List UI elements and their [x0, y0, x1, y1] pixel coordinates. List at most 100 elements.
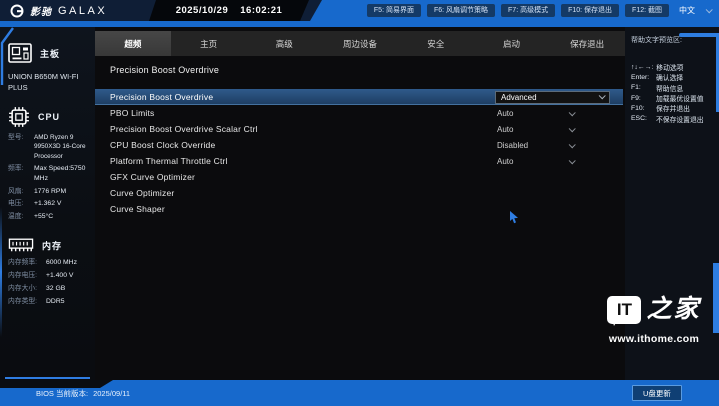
- cpu-spec-row: 风扇: 1776 RPM: [8, 187, 91, 197]
- cpu-spec-row: 电压: +1.362 V: [8, 199, 91, 209]
- setting-row-boost-clock-override[interactable]: CPU Boost Clock Override Disabled: [95, 137, 623, 153]
- bios-version-value: 2025/09/11: [93, 389, 130, 398]
- chevron-down-icon: [599, 92, 606, 99]
- sidebar-bottom-accent: [5, 377, 90, 380]
- hint-value: 加载最优设置值: [656, 93, 704, 103]
- hint-key: Enter:: [631, 74, 653, 81]
- spec-value: +55°C: [34, 212, 53, 222]
- ithome-logo-icon: IT: [607, 296, 641, 324]
- tab-advanced[interactable]: 高级: [246, 31, 322, 56]
- brand-chinese: 影驰: [30, 3, 52, 18]
- ithome-watermark: IT 之家 www.ithome.com: [588, 296, 719, 345]
- memory-section-header: 内存: [8, 237, 91, 253]
- tab-save-exit[interactable]: 保存退出: [549, 31, 625, 56]
- hint-value: 帮助信息: [656, 83, 683, 93]
- memory-spec-row: 内存频率: 6000 MHz: [8, 258, 91, 268]
- help-hint-row: F10: 保存并退出: [631, 103, 717, 113]
- brand-english: GALAX: [58, 5, 107, 17]
- help-hint-list: ↑↓←→: 移动选项 Enter: 确认选择 F1: 帮助信息 F9: 加载最优…: [631, 62, 717, 124]
- app-logo: 影驰 GALAX: [10, 3, 107, 18]
- setting-row-curve-optimizer[interactable]: Curve Optimizer: [95, 185, 623, 201]
- spec-key: 型号:: [8, 133, 34, 161]
- tab-boot[interactable]: 启动: [474, 31, 550, 56]
- datetime-badge: 2025/10/29 16:02:21: [149, 0, 309, 21]
- cpu-spec-list: 型号: AMD Ryzen 9 9950X3D 16-Core Processo…: [8, 133, 91, 222]
- setting-label: Curve Shaper: [110, 204, 165, 214]
- memory-spec-row: 内存电压: +1.400 V: [8, 271, 91, 281]
- spec-value: +1.362 V: [34, 199, 61, 209]
- dropdown-pbo[interactable]: Advanced: [495, 91, 610, 104]
- help-hint-row: F9: 加载最优设置值: [631, 93, 717, 103]
- bios-screen: 影驰 GALAX 2025/10/29 16:02:21 F5: 简易界面 F6…: [0, 0, 719, 406]
- setting-label: GFX Curve Optimizer: [110, 172, 195, 182]
- hint-value: 移动选项: [656, 62, 683, 72]
- board-section-header: 主板: [8, 43, 91, 63]
- ram-icon: [8, 237, 34, 253]
- time-text: 16:02:21: [240, 5, 282, 16]
- chevron-down-icon[interactable]: [706, 6, 713, 13]
- hint-key: F10:: [631, 105, 653, 112]
- fkey-f12-screenshot[interactable]: F12: 截图: [625, 4, 669, 17]
- cpu-spec-row: 频率: Max Speed:5750 MHz: [8, 164, 91, 184]
- tab-overclock[interactable]: 超频: [95, 31, 171, 56]
- motherboard-icon: [8, 43, 32, 63]
- usb-update-button[interactable]: U盘更新: [632, 385, 682, 401]
- spec-value: 1776 RPM: [34, 187, 66, 197]
- spec-key: 温度:: [8, 212, 34, 222]
- fkey-f10-save-exit[interactable]: F10: 保存退出: [561, 4, 619, 17]
- tab-peripherals[interactable]: 周边设备: [322, 31, 398, 56]
- top-bar: 影驰 GALAX 2025/10/29 16:02:21 F5: 简易界面 F6…: [0, 0, 719, 27]
- settings-panel: 超频 主页 高级 周边设备 安全 启动 保存退出 Precision Boost…: [95, 27, 625, 380]
- tab-home[interactable]: 主页: [171, 31, 247, 56]
- menu-tab-bar: 超频 主页 高级 周边设备 安全 启动 保存退出: [95, 31, 625, 56]
- help-panel-accent-top: [679, 33, 719, 37]
- cpu-spec-row: 型号: AMD Ryzen 9 9950X3D 16-Core Processo…: [8, 133, 91, 161]
- fkey-f6-fan-control[interactable]: F6: 风扇调节策略: [427, 4, 495, 17]
- hint-key: ESC:: [631, 115, 653, 122]
- setting-label: Precision Boost Overdrive Scalar Ctrl: [110, 124, 258, 134]
- cpu-spec-row: 温度: +55°C: [8, 212, 91, 222]
- setting-row-pbo[interactable]: Precision Boost Overdrive Advanced: [95, 89, 623, 105]
- chevron-down-icon: [569, 109, 576, 116]
- hardware-sidebar: 主板 UNION B650M WI-FI PLUS CPU 型号: AMD Ry…: [0, 27, 95, 380]
- help-hint-row: ↑↓←→: 移动选项: [631, 62, 717, 72]
- hint-key: F1:: [631, 84, 653, 91]
- setting-value: Advanced: [501, 93, 537, 102]
- memory-spec-row: 内存大小: 32 GB: [8, 284, 91, 294]
- help-hint-row: Enter: 确认选择: [631, 72, 717, 82]
- setting-value: Auto: [497, 125, 513, 134]
- setting-row-pbo-limits[interactable]: PBO Limits Auto: [95, 105, 623, 121]
- spec-value: 32 GB: [46, 284, 65, 294]
- setting-label: PBO Limits: [110, 108, 155, 118]
- setting-row-thermal-throttle[interactable]: Platform Thermal Throttle Ctrl Auto: [95, 153, 623, 169]
- spec-key: 电压:: [8, 199, 34, 209]
- setting-row-curve-shaper[interactable]: Curve Shaper: [95, 201, 623, 217]
- cpu-icon: [8, 106, 30, 128]
- fkey-f7-advanced-mode[interactable]: F7: 高级模式: [501, 4, 555, 17]
- galax-logo-icon: [10, 4, 24, 18]
- board-name: UNION B650M WI-FI PLUS: [8, 72, 88, 93]
- setting-row-scalar-ctrl[interactable]: Precision Boost Overdrive Scalar Ctrl Au…: [95, 121, 623, 137]
- board-section-label: 主板: [40, 47, 60, 60]
- date-text: 2025/10/29: [176, 5, 229, 16]
- memory-section-label: 内存: [42, 239, 62, 252]
- setting-row-gfx-curve-optimizer[interactable]: GFX Curve Optimizer: [95, 169, 623, 185]
- hint-value: 确认选择: [656, 72, 683, 82]
- setting-label: Platform Thermal Throttle Ctrl: [110, 156, 228, 166]
- chevron-down-icon: [569, 141, 576, 148]
- settings-list: Precision Boost Overdrive Advanced PBO L…: [95, 89, 623, 217]
- spec-value: AMD Ryzen 9 9950X3D 16-Core Processor: [34, 133, 91, 161]
- hint-value: 保存并退出: [656, 103, 690, 113]
- spec-key: 频率:: [8, 164, 34, 184]
- ithome-logo-chinese: 之家: [646, 296, 700, 324]
- spec-key: 内存电压:: [8, 271, 46, 281]
- memory-spec-row: 内存类型: DDR5: [8, 297, 91, 307]
- language-selector[interactable]: 中文: [679, 5, 695, 16]
- setting-value: Disabled: [497, 141, 528, 150]
- cpu-section-label: CPU: [38, 112, 60, 122]
- section-title: Precision Boost Overdrive: [110, 65, 219, 75]
- fkey-f5-easy-mode[interactable]: F5: 简易界面: [367, 4, 421, 17]
- spec-value: Max Speed:5750 MHz: [34, 164, 91, 184]
- tab-security[interactable]: 安全: [398, 31, 474, 56]
- spec-key: 内存大小:: [8, 284, 46, 294]
